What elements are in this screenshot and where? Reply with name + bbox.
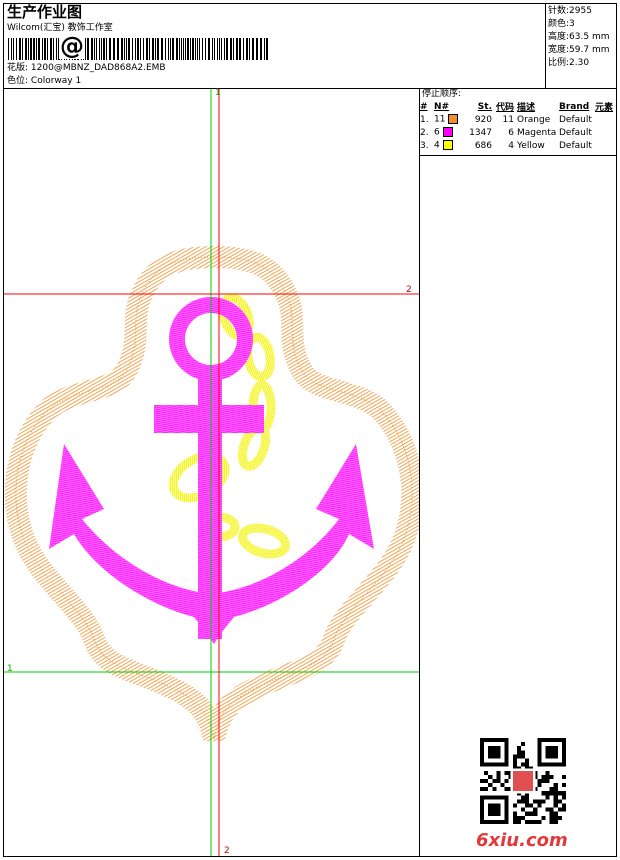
- canvas-divider: [419, 88, 420, 857]
- color-description: Magenta: [517, 127, 557, 138]
- color-swatch: [442, 140, 453, 151]
- stat-label: 颜色:: [548, 19, 570, 29]
- color-code: 4: [508, 140, 514, 151]
- stitch-count: 920: [474, 114, 492, 125]
- page-title: 生产作业图: [7, 3, 83, 21]
- color-code: 11: [502, 114, 514, 125]
- stat-colors: 颜色:3: [548, 19, 575, 30]
- needle-number: 4: [434, 140, 440, 151]
- element: [595, 126, 617, 139]
- col-header: Brand: [559, 101, 590, 112]
- needle-number: 11: [434, 114, 446, 125]
- stat-value: 2955: [569, 6, 592, 16]
- row-index: 2.: [420, 127, 429, 138]
- col-header: N#: [434, 101, 450, 112]
- needle-cell: 4: [434, 139, 466, 152]
- col-header: St.: [477, 101, 492, 112]
- colorway-label: 色位:: [7, 76, 29, 86]
- stat-value: 3: [569, 19, 575, 29]
- stop-sequence-title: 停止顺序:: [422, 89, 462, 99]
- needle-cell: 6: [434, 126, 466, 139]
- stitch-count: 1347: [469, 127, 492, 138]
- stat-scale: 比例:2.30: [548, 58, 589, 69]
- axis-label-left: 1: [7, 664, 13, 674]
- brand: Default: [559, 127, 592, 138]
- qr-logo-icon: [512, 770, 534, 792]
- element: [595, 139, 617, 152]
- table-row[interactable]: 1. 11 920 11 Orange Default: [420, 113, 617, 126]
- stat-stitches: 针数:2955: [548, 6, 592, 17]
- color-description: Yellow: [517, 140, 545, 151]
- watermark: 6xiu.com: [476, 830, 568, 851]
- needle-number: 6: [434, 127, 440, 138]
- stat-value: 2.30: [569, 58, 590, 68]
- row-index: 1.: [420, 114, 429, 125]
- color-code: 6: [508, 127, 514, 138]
- col-header: 元素: [595, 103, 614, 113]
- stat-value: 63.5 mm: [569, 32, 610, 42]
- brand: Default: [559, 140, 592, 151]
- brand: Default: [559, 114, 592, 125]
- design-canvas[interactable]: [4, 89, 419, 856]
- stat-label: 高度:: [548, 32, 570, 42]
- design-label: 花版:: [7, 63, 29, 73]
- design-file-row: 花版: 1200@MBNZ_DAD868A2.EMB: [7, 63, 166, 74]
- color-description: Orange: [517, 114, 551, 125]
- col-header: 代码: [495, 103, 514, 113]
- needle-cell: 11: [434, 113, 466, 126]
- table-row[interactable]: 3. 4 686 4 Yellow Default: [420, 139, 617, 152]
- barcode: [8, 38, 268, 60]
- table-header-row: # N# St. 代码 描述 Brand 元素: [420, 100, 617, 114]
- stat-label: 针数:: [548, 6, 570, 16]
- axis-label-top: 1: [215, 88, 221, 98]
- stop-sequence-table: # N# St. 代码 描述 Brand 元素 1. 11 920 11 Ora…: [420, 100, 617, 152]
- col-header: 描述: [517, 103, 536, 113]
- stat-width: 宽度:59.7 mm: [548, 45, 609, 56]
- stitch-count: 686: [474, 140, 492, 151]
- stat-label: 比例:: [548, 58, 570, 68]
- table-row[interactable]: 2. 6 1347 6 Magenta Default: [420, 126, 617, 139]
- col-header: #: [420, 101, 428, 112]
- stops-divider: [419, 155, 617, 156]
- stats-divider: [545, 3, 546, 88]
- axis-label-right: 2: [406, 285, 412, 295]
- barcode-at-symbol: @: [59, 32, 85, 60]
- row-index: 3.: [420, 140, 429, 151]
- color-swatch: [442, 127, 453, 138]
- stat-height: 高度:63.5 mm: [548, 32, 609, 43]
- colorway-row: 色位: Colorway 1: [7, 76, 81, 87]
- qr-code[interactable]: [480, 738, 566, 824]
- stat-label: 宽度:: [548, 45, 570, 55]
- design-value: 1200@MBNZ_DAD868A2.EMB: [30, 63, 166, 73]
- axis-label-bottom: 2: [224, 846, 230, 856]
- color-swatch: [448, 114, 459, 125]
- stat-value: 59.7 mm: [569, 45, 610, 55]
- element: [595, 113, 617, 126]
- colorway-value: Colorway 1: [30, 76, 82, 86]
